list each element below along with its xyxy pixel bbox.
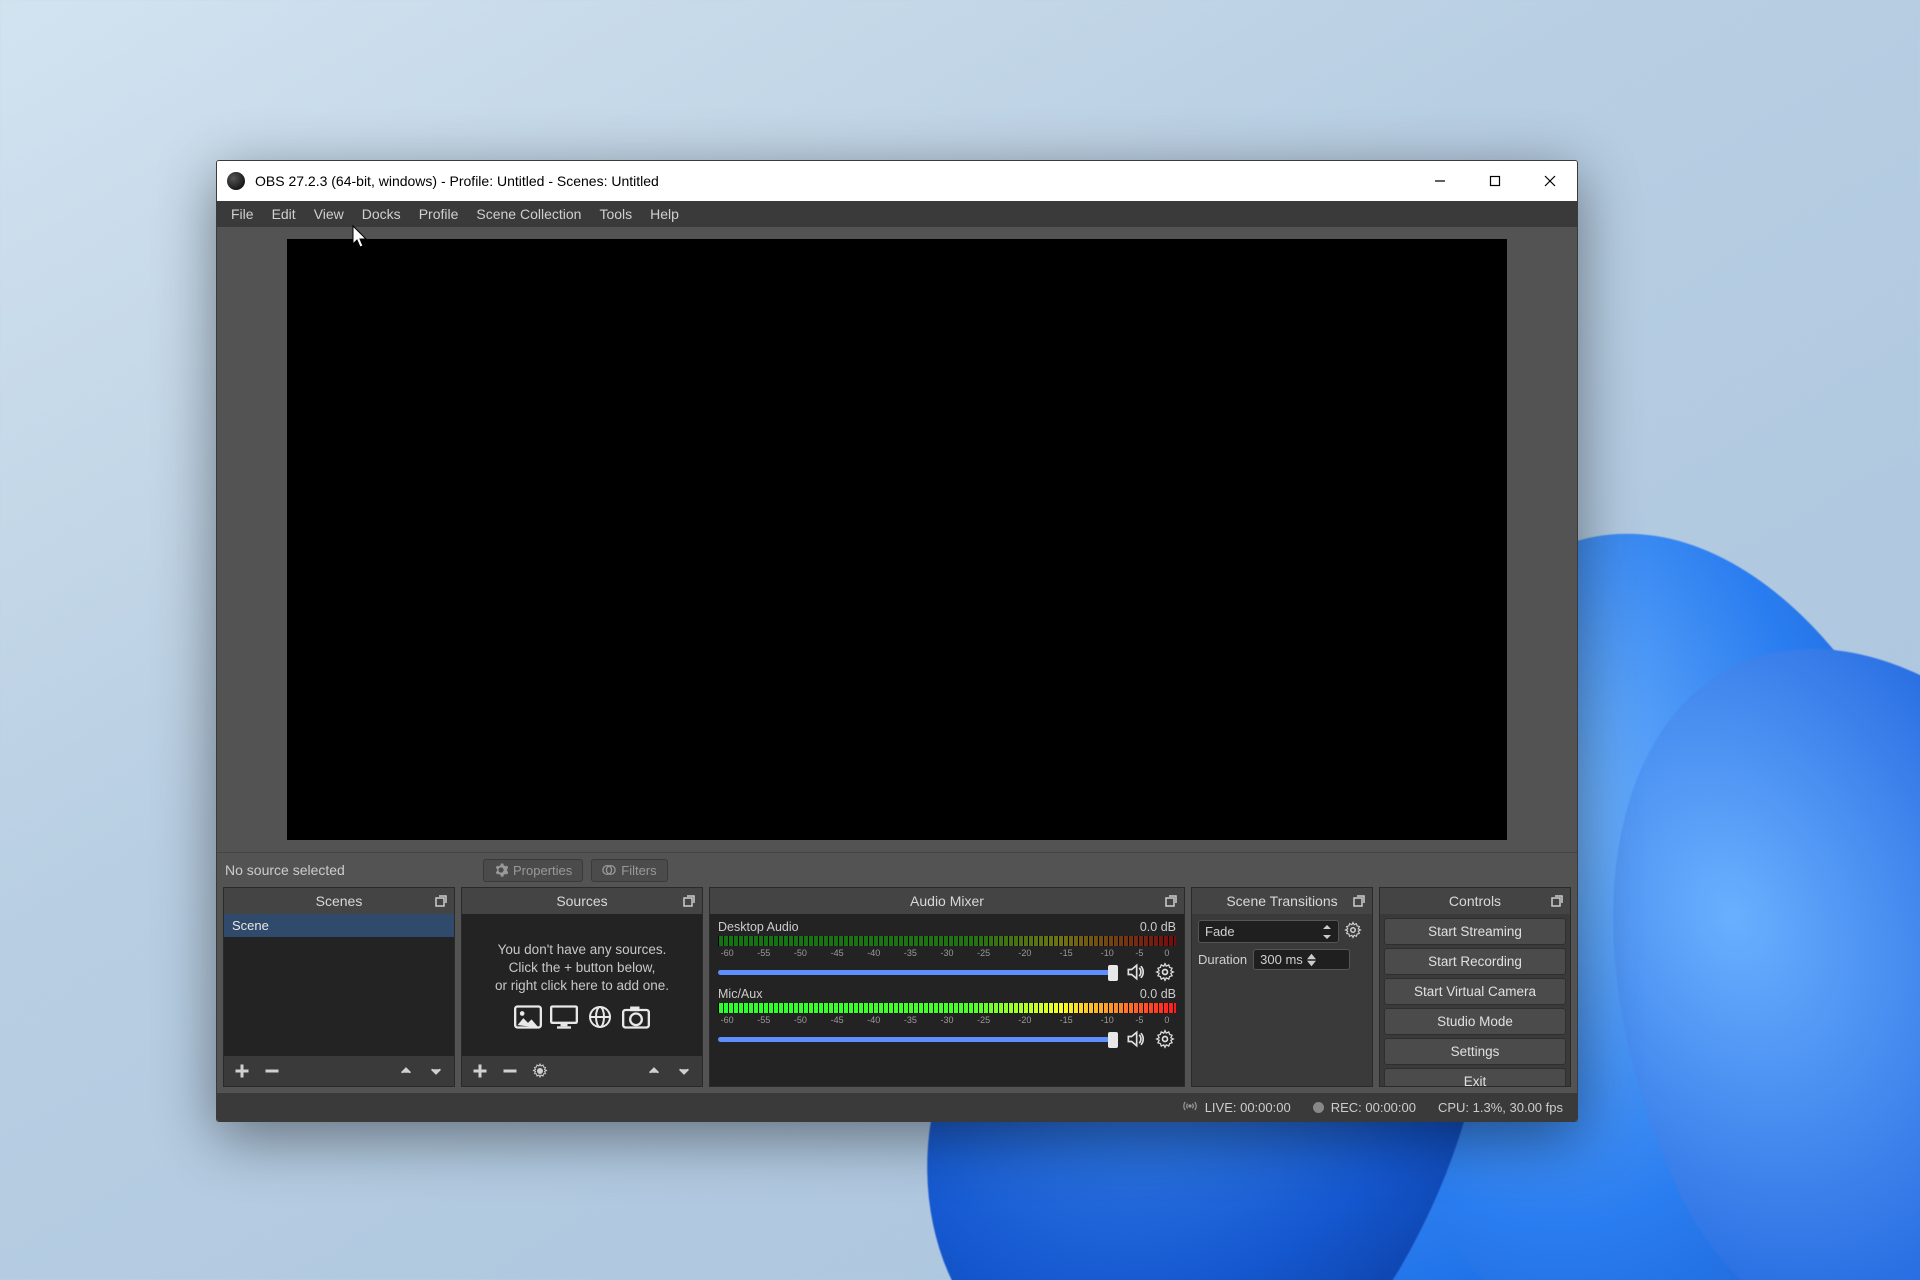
app-icon: [227, 172, 245, 190]
minimize-button[interactable]: [1412, 161, 1467, 201]
sources-empty-l3: or right click here to add one.: [495, 977, 669, 995]
studio-mode-button[interactable]: Studio Mode: [1384, 1008, 1566, 1035]
mixer-channel-mic-aux: Mic/Aux 0.0 dB -60-55-50-45-40-35-30-25-2…: [718, 987, 1176, 1050]
mixer-body: Desktop Audio 0.0 dB -60-55-50-45-40-35-3…: [710, 914, 1184, 1086]
source-toolbar: No source selected Properties Filters: [217, 852, 1577, 887]
statusbar: LIVE: 00:00:00 REC: 00:00:00 CPU: 1.3%, …: [217, 1093, 1577, 1121]
add-source-button[interactable]: [470, 1061, 490, 1081]
audio-meter: [718, 936, 1176, 946]
spin-up-icon[interactable]: [1307, 953, 1316, 960]
popout-icon[interactable]: [1164, 894, 1178, 908]
source-settings-button[interactable]: [530, 1061, 550, 1081]
channel-name: Mic/Aux: [718, 987, 762, 1001]
controls-header: Controls: [1380, 888, 1570, 914]
camera-source-icon: [622, 1005, 650, 1029]
rec-status: REC: 00:00:00: [1331, 1100, 1416, 1115]
start-recording-button[interactable]: Start Recording: [1384, 948, 1566, 975]
volume-slider[interactable]: [718, 970, 1116, 975]
transition-select[interactable]: Fade: [1198, 920, 1339, 943]
titlebar[interactable]: OBS 27.2.3 (64-bit, windows) - Profile: …: [217, 161, 1577, 201]
record-dot-icon: [1313, 1102, 1324, 1113]
gear-icon[interactable]: [1154, 1028, 1176, 1050]
mixer-channel-desktop-audio: Desktop Audio 0.0 dB -60-55-50-45-40-35-3…: [718, 920, 1176, 983]
sources-empty-l1: You don't have any sources.: [495, 941, 669, 959]
popout-icon[interactable]: [434, 894, 448, 908]
image-source-icon: [514, 1005, 542, 1029]
duration-label: Duration: [1198, 952, 1247, 967]
menu-view[interactable]: View: [305, 203, 353, 225]
globe-source-icon: [586, 1005, 614, 1029]
channel-name: Desktop Audio: [718, 920, 799, 934]
scenes-dock: Scenes Scene: [223, 887, 455, 1087]
cpu-status: CPU: 1.3%, 30.00 fps: [1438, 1100, 1563, 1115]
move-source-up-button[interactable]: [644, 1061, 664, 1081]
gear-icon: [494, 863, 508, 877]
start-streaming-button[interactable]: Start Streaming: [1384, 918, 1566, 945]
sources-empty-l2: Click the + button below,: [495, 959, 669, 977]
sources-header: Sources: [462, 888, 702, 914]
filters-icon: [602, 863, 616, 877]
popout-icon[interactable]: [682, 894, 696, 908]
no-source-label: No source selected: [225, 862, 475, 878]
broadcast-icon: [1182, 1100, 1198, 1115]
updown-icon: [1322, 925, 1332, 939]
popout-icon[interactable]: [1550, 894, 1564, 908]
popout-icon[interactable]: [1352, 894, 1366, 908]
scenes-header: Scenes: [224, 888, 454, 914]
menu-tools[interactable]: Tools: [590, 203, 641, 225]
channel-db: 0.0 dB: [1140, 987, 1176, 1001]
filters-button[interactable]: Filters: [591, 859, 667, 882]
settings-button[interactable]: Settings: [1384, 1038, 1566, 1065]
mixer-header: Audio Mixer: [710, 888, 1184, 914]
display-source-icon: [550, 1005, 578, 1029]
menu-edit[interactable]: Edit: [263, 203, 305, 225]
preview-area: [217, 227, 1577, 852]
live-status: LIVE: 00:00:00: [1205, 1100, 1291, 1115]
menu-file[interactable]: File: [222, 203, 263, 225]
spin-down-icon[interactable]: [1307, 960, 1316, 967]
move-scene-up-button[interactable]: [396, 1061, 416, 1081]
scene-item[interactable]: Scene: [224, 914, 454, 937]
maximize-button[interactable]: [1467, 161, 1522, 201]
start-virtual-camera-button[interactable]: Start Virtual Camera: [1384, 978, 1566, 1005]
volume-slider[interactable]: [718, 1037, 1116, 1042]
menu-docks[interactable]: Docks: [353, 203, 410, 225]
scenes-list[interactable]: Scene: [224, 914, 454, 1056]
menu-scene-collection[interactable]: Scene Collection: [467, 203, 590, 225]
menu-help[interactable]: Help: [641, 203, 688, 225]
transitions-header: Scene Transitions: [1192, 888, 1372, 914]
meter-ticks: -60-55-50-45-40-35-30-25-20-15-10-50: [718, 1015, 1176, 1026]
menu-profile[interactable]: Profile: [410, 203, 468, 225]
audio-meter: [718, 1003, 1176, 1013]
transition-settings-button[interactable]: [1344, 921, 1366, 943]
obs-window: OBS 27.2.3 (64-bit, windows) - Profile: …: [216, 160, 1578, 1122]
window-title: OBS 27.2.3 (64-bit, windows) - Profile: …: [255, 173, 1412, 189]
exit-button[interactable]: Exit: [1384, 1068, 1566, 1086]
channel-db: 0.0 dB: [1140, 920, 1176, 934]
duration-spinner[interactable]: 300 ms: [1253, 949, 1350, 970]
meter-ticks: -60-55-50-45-40-35-30-25-20-15-10-50: [718, 948, 1176, 959]
move-source-down-button[interactable]: [674, 1061, 694, 1081]
scene-transitions-dock: Scene Transitions Fade Duration 300 ms: [1191, 887, 1373, 1087]
audio-mixer-dock: Audio Mixer Desktop Audio 0.0 dB -60-55-5…: [709, 887, 1185, 1087]
speaker-icon[interactable]: [1124, 961, 1146, 983]
gear-icon[interactable]: [1154, 961, 1176, 983]
controls-dock: Controls Start Streaming Start Recording…: [1379, 887, 1571, 1087]
remove-source-button[interactable]: [500, 1061, 520, 1081]
remove-scene-button[interactable]: [262, 1061, 282, 1081]
move-scene-down-button[interactable]: [426, 1061, 446, 1081]
sources-list[interactable]: You don't have any sources. Click the + …: [462, 914, 702, 1056]
close-button[interactable]: [1522, 161, 1577, 201]
preview-canvas[interactable]: [287, 239, 1507, 840]
properties-button[interactable]: Properties: [483, 859, 583, 882]
speaker-icon[interactable]: [1124, 1028, 1146, 1050]
sources-dock: Sources You don't have any sources. Clic…: [461, 887, 703, 1087]
menubar: File Edit View Docks Profile Scene Colle…: [217, 201, 1577, 227]
add-scene-button[interactable]: [232, 1061, 252, 1081]
